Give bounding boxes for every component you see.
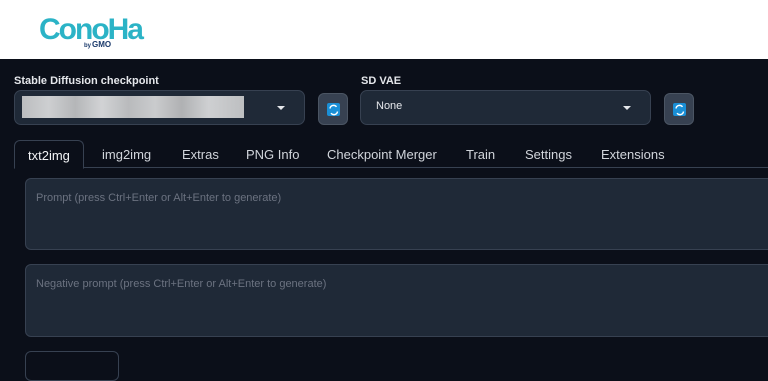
tab-checkpoint-merger[interactable]: Checkpoint Merger	[327, 147, 437, 162]
chevron-down-icon	[277, 106, 285, 110]
tab-settings[interactable]: Settings	[525, 147, 572, 162]
tab-img2img[interactable]: img2img	[102, 147, 151, 162]
prompt-input[interactable]: Prompt (press Ctrl+Enter or Alt+Enter to…	[25, 178, 768, 250]
partial-panel[interactable]	[25, 351, 119, 381]
chevron-down-icon	[623, 106, 631, 110]
refresh-arrows	[675, 104, 685, 116]
vae-dropdown[interactable]: None	[360, 90, 651, 125]
tab-extras[interactable]: Extras	[182, 147, 219, 162]
checkpoint-label: Stable Diffusion checkpoint	[14, 75, 159, 87]
vae-value: None	[376, 100, 403, 112]
checkpoint-refresh-button[interactable]	[318, 93, 348, 125]
top-banner: ConoHa by GMO	[0, 0, 768, 59]
tab-txt2img[interactable]: txt2img	[14, 140, 84, 169]
redacted-checkpoint-name	[22, 96, 244, 118]
vae-label: SD VAE	[361, 75, 402, 87]
svg-text:by: by	[84, 43, 92, 49]
tab-extensions[interactable]: Extensions	[601, 147, 665, 162]
tab-train[interactable]: Train	[466, 147, 495, 162]
conoha-logo: ConoHa by GMO	[39, 13, 146, 49]
negative-prompt-input[interactable]: Negative prompt (press Ctrl+Enter or Alt…	[25, 264, 768, 337]
tab-png-info[interactable]: PNG Info	[246, 147, 299, 162]
tabs-divider	[14, 167, 768, 168]
negative-prompt-placeholder: Negative prompt (press Ctrl+Enter or Alt…	[36, 278, 327, 290]
refresh-arrows	[329, 104, 339, 116]
vae-refresh-button[interactable]	[664, 93, 694, 125]
prompt-placeholder: Prompt (press Ctrl+Enter or Alt+Enter to…	[36, 192, 282, 204]
svg-text:GMO: GMO	[92, 40, 111, 49]
